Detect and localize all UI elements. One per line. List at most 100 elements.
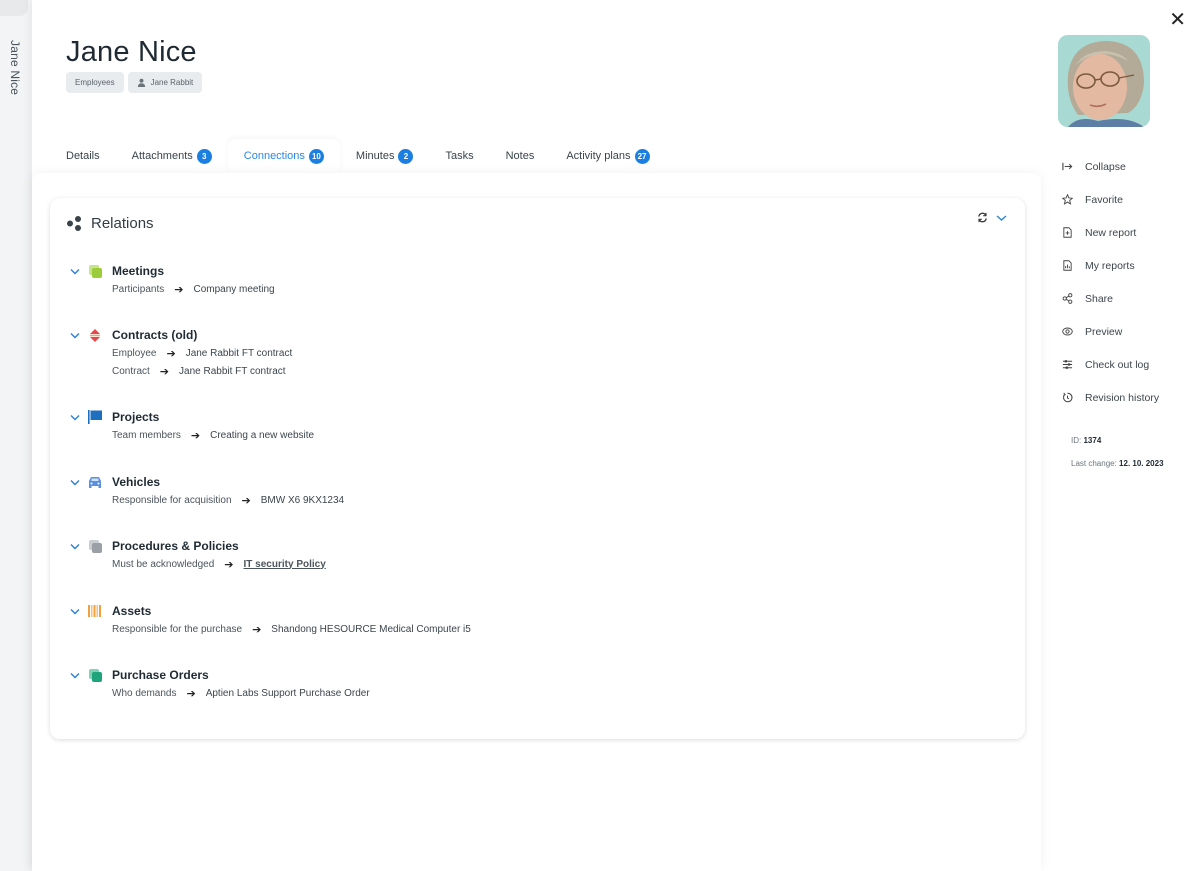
relation-target[interactable]: Shandong HESOURCE Medical Computer i5: [271, 624, 471, 635]
side-panel-label: Jane Nice: [8, 40, 22, 96]
group-title: Vehicles: [112, 475, 161, 489]
close-icon[interactable]: ✕: [1169, 10, 1186, 30]
count-badge: 2: [398, 148, 414, 164]
count-badge: 3: [196, 148, 212, 164]
relation-row: Contract ➔ Jane Rabbit FT contract: [112, 362, 292, 380]
count-badge: 27: [634, 148, 650, 164]
chevron-down-icon[interactable]: [68, 672, 82, 679]
tab-label: Tasks: [445, 150, 474, 162]
relation-row: Responsible for acquisition ➔ BMW X6 9KX…: [112, 491, 344, 509]
tab-content: Relations Meetings Participants ➔ Compan…: [32, 173, 1041, 871]
policies-icon: [88, 539, 102, 553]
tab-details[interactable]: Details: [50, 139, 116, 173]
relation-row: Who demands ➔ Aptien Labs Support Purcha…: [112, 684, 370, 702]
chevron-down-icon[interactable]: [996, 214, 1007, 222]
page-title: Jane Nice: [66, 36, 197, 68]
relation-target[interactable]: Aptien Labs Support Purchase Order: [206, 688, 370, 699]
relation-role: Responsible for acquisition: [112, 494, 232, 506]
tab-connections[interactable]: Connections 10: [227, 139, 340, 173]
relation-group-assets: Assets Responsible for the purchase ➔ Sh…: [68, 602, 471, 638]
rail-label: New report: [1085, 226, 1137, 239]
relation-role: Participants: [112, 283, 165, 295]
arrow-right-icon: ➔: [190, 429, 201, 442]
tab-activity-plans[interactable]: Activity plans 27: [550, 139, 665, 173]
refresh-icon[interactable]: [977, 212, 988, 223]
log-icon: [1062, 360, 1073, 369]
check-out-log-button[interactable]: Check out log: [1062, 348, 1200, 381]
last-change: Last change: 12. 10. 2023: [1071, 459, 1164, 468]
tab-label: Details: [66, 150, 100, 162]
relation-role: Team members: [112, 429, 181, 441]
meetings-icon: [88, 264, 102, 278]
chevron-down-icon[interactable]: [68, 332, 82, 339]
favorite-button[interactable]: Favorite: [1062, 183, 1200, 216]
chevron-down-icon[interactable]: [68, 543, 82, 550]
arrow-right-icon: ➔: [159, 365, 170, 378]
relation-group-projects: Projects Team members ➔ Creating a new w…: [68, 408, 314, 444]
breadcrumb: Employees Jane Rabbit: [66, 72, 203, 93]
chevron-down-icon[interactable]: [68, 608, 82, 615]
chevron-down-icon[interactable]: [68, 414, 82, 421]
relation-target[interactable]: Jane Rabbit FT contract: [179, 366, 286, 377]
star-icon: [1062, 194, 1073, 205]
relation-group-policies: Procedures & Policies Must be acknowledg…: [68, 537, 326, 573]
chip-label: Employees: [75, 78, 115, 87]
relation-group-vehicles: Vehicles Responsible for acquisition ➔ B…: [68, 473, 344, 509]
action-rail: Collapse Favorite New report My reports …: [1062, 150, 1200, 414]
relation-target[interactable]: Company meeting: [193, 284, 274, 295]
my-reports-button[interactable]: My reports: [1062, 249, 1200, 282]
relation-target[interactable]: BMW X6 9KX1234: [261, 495, 344, 506]
chip-manager[interactable]: Jane Rabbit: [127, 72, 203, 93]
relation-role: Responsible for the purchase: [112, 623, 243, 635]
relation-target[interactable]: Creating a new website: [210, 430, 314, 441]
rail-label: Share: [1085, 292, 1114, 305]
share-icon: [1062, 293, 1073, 304]
arrow-right-icon: ➔: [224, 558, 234, 571]
relation-target[interactable]: Jane Rabbit FT contract: [186, 348, 293, 359]
tab-label: Activity plans: [566, 150, 631, 162]
car-icon: [88, 475, 102, 489]
last-change-value: 12. 10. 2023: [1119, 459, 1164, 468]
tab-attachments[interactable]: Attachments 3: [116, 139, 228, 173]
chip-label: Jane Rabbit: [150, 78, 194, 87]
relation-role: Employee: [112, 347, 157, 359]
relation-role: Who demands: [112, 687, 177, 699]
relation-target-link[interactable]: IT security Policy: [244, 559, 326, 570]
group-title: Purchase Orders: [112, 668, 209, 682]
arrow-right-icon: ➔: [174, 283, 184, 296]
chevron-down-icon[interactable]: [68, 268, 82, 275]
card-actions: [977, 212, 1007, 223]
arrow-right-icon: ➔: [241, 494, 251, 507]
arrow-right-icon: ➔: [186, 687, 196, 700]
id-label: ID:: [1071, 436, 1082, 445]
rail-label: My reports: [1085, 259, 1135, 272]
tab-label: Notes: [505, 150, 535, 162]
relations-header: Relations: [66, 215, 154, 232]
tab-tasks[interactable]: Tasks: [429, 139, 489, 173]
eye-icon: [1062, 327, 1073, 336]
relation-role: Contract: [112, 365, 150, 377]
history-icon: [1063, 392, 1073, 403]
chip-employees[interactable]: Employees: [66, 72, 124, 93]
new-report-icon: [1063, 227, 1072, 238]
collapse-button[interactable]: Collapse: [1062, 150, 1200, 183]
tab-notes[interactable]: Notes: [490, 139, 551, 173]
tab-bar: Details Attachments 3 Connections 10 Min…: [50, 139, 666, 173]
person-icon: [137, 78, 145, 87]
id-value: 1374: [1083, 436, 1102, 445]
revision-history-button[interactable]: Revision history: [1062, 381, 1200, 414]
chevron-down-icon[interactable]: [68, 479, 82, 486]
group-title: Contracts (old): [112, 328, 198, 342]
barcode-icon: [88, 604, 102, 618]
new-report-button[interactable]: New report: [1062, 216, 1200, 249]
collapsed-side-panel[interactable]: Jane Nice: [0, 0, 32, 871]
arrow-right-icon: ➔: [252, 623, 262, 636]
tab-minutes[interactable]: Minutes 2: [340, 139, 430, 173]
relation-row: Must be acknowledged ➔ IT security Polic…: [112, 555, 326, 573]
relation-row: Responsible for the purchase ➔ Shandong …: [112, 620, 471, 638]
share-button[interactable]: Share: [1062, 282, 1200, 315]
preview-button[interactable]: Preview: [1062, 315, 1200, 348]
relations-title: Relations: [91, 215, 154, 232]
tab-label: Attachments: [131, 150, 193, 162]
relation-group-purchase-orders: Purchase Orders Who demands ➔ Aptien Lab…: [68, 666, 370, 702]
